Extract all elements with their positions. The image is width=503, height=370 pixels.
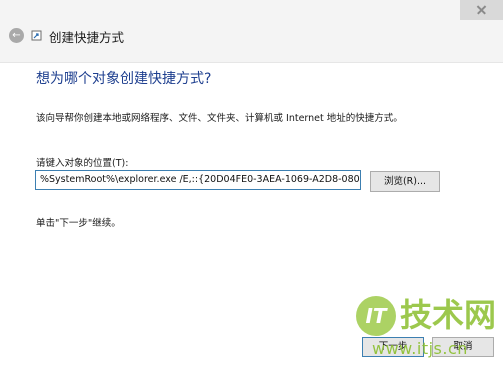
location-input[interactable]: %SystemRoot%\explorer.exe /E,::{20D04FE0… [35,170,361,190]
browse-button[interactable]: 浏览(R)... [370,171,440,192]
close-icon[interactable] [460,0,503,20]
watermark-url: www.itjs.cn [372,339,468,358]
wizard-heading: 想为哪个对象创建快捷方式? [36,71,212,87]
wizard-description: 该向导帮你创建本地或网络程序、文件、文件夹、计算机或 Internet 地址的快… [36,113,403,124]
back-arrow-icon[interactable]: ← [9,28,24,43]
watermark-brand: 技术网 [400,296,497,334]
watermark-logo: IT [356,296,396,336]
shortcut-icon [31,30,42,41]
location-label: 请键入对象的位置(T): [36,158,129,169]
title-bar: ← 创建快捷方式 [0,0,503,63]
window-title: 创建快捷方式 [49,30,125,45]
continue-hint: 单击"下一步"继续。 [36,218,121,229]
